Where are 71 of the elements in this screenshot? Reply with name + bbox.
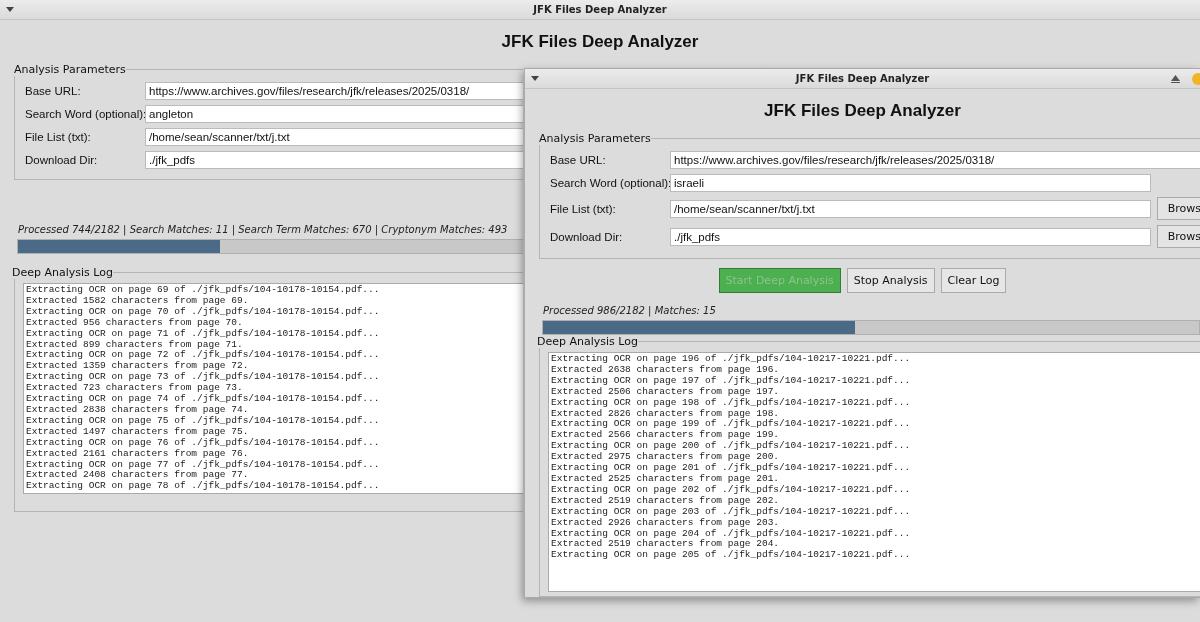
maximize-icon[interactable] xyxy=(1171,74,1180,83)
window-title: JFK Files Deep Analyzer xyxy=(795,73,930,84)
log-line: Extracting OCR on page 74 of ./jfk_pdfs/104-10178-10154.pdf... xyxy=(26,394,380,405)
input-field[interactable]: israeli xyxy=(670,174,1151,192)
action-button[interactable]: Clear Log xyxy=(940,268,1007,293)
field-label: Search Word (optional): xyxy=(550,177,670,189)
log-line: Extracting OCR on page 202 of ./jfk_pdfs/104-10217-10221.pdf... xyxy=(551,484,911,496)
action-button[interactable]: Stop Analysis xyxy=(846,268,935,293)
log-line: Extracted 2525 characters from page 201. xyxy=(551,473,780,485)
menu-caret-icon[interactable] xyxy=(531,76,539,81)
log-line: Extracted 2519 characters from page 204. xyxy=(551,539,780,550)
log-line: Extracting OCR on page 73 of ./jfk_pdfs/104-10178-10154.pdf... xyxy=(26,372,380,383)
browse-button[interactable]: Brows xyxy=(1156,197,1200,220)
log-line: Extracted 2519 characters from page 202. xyxy=(551,495,780,507)
log-line: Extracted 2826 characters from page 198. xyxy=(551,408,780,419)
log-line: Extracted 2408 characters from page 77. xyxy=(26,470,249,481)
input-field[interactable]: https://www.archives.gov/files/research/jfk/releases/2025/0318/ xyxy=(145,82,523,100)
log-line: Extracted 723 characters from page 73. xyxy=(26,383,243,394)
input-field[interactable]: https://www.archives.gov/files/research/jfk/releases/2025/0318/ xyxy=(670,151,1200,169)
group-title: Analysis Parameters xyxy=(539,132,651,145)
log-line: Extracting OCR on page 204 of ./jfk_pdfs/104-10217-10221.pdf... xyxy=(551,528,911,539)
log-line: Extracting OCR on page 76 of ./jfk_pdfs/104-10178-10154.pdf... xyxy=(26,437,380,449)
input-field[interactable]: ./jfk_pdfs xyxy=(670,227,1151,246)
log-line: Extracted 899 characters from page 71. xyxy=(26,339,243,350)
log-line: Extracted 2638 characters from page 196. xyxy=(551,364,780,376)
input-field[interactable]: angleton xyxy=(145,105,523,123)
log-line: Extracted 2566 characters from page 199. xyxy=(551,430,780,441)
field-label: File List (txt): xyxy=(25,131,92,143)
log-line: Extracted 2161 characters from page 76. xyxy=(26,448,249,460)
log-line: Extracted 956 characters from page 70. xyxy=(26,317,243,329)
log-line: Extracting OCR on page 78 of ./jfk_pdfs/104-10178-10154.pdf... xyxy=(26,481,380,493)
log-line: Extracting OCR on page 71 of ./jfk_pdfs/104-10178-10154.pdf... xyxy=(26,328,380,340)
app-heading: JFK Files Deep Analyzer xyxy=(500,31,700,53)
status-text: Processed 744/2182 | Search Matches: 11 | Search Term Matches: 670 | Cryptonym Matches: 493 xyxy=(18,224,509,235)
log-line: Extracting OCR on page 77 of ./jfk_pdfs/104-10178-10154.pdf... xyxy=(26,459,380,470)
log-line: Extracting OCR on page 200 of ./jfk_pdfs/104-10217-10221.pdf... xyxy=(551,441,911,452)
field-label: Base URL: xyxy=(25,85,82,97)
field-label: Base URL: xyxy=(550,154,607,166)
input-field[interactable]: /home/sean/scanner/txt/j.txt xyxy=(145,128,523,146)
field-label: Download Dir: xyxy=(25,154,99,166)
group-title: Deep Analysis Log xyxy=(12,266,113,279)
status-text: Processed 986/2182 | Matches: 15 xyxy=(543,305,717,316)
log-line: Extracted 2926 characters from page 203. xyxy=(551,517,780,529)
log-line: Extracting OCR on page 197 of ./jfk_pdfs/104-10217-10221.pdf... xyxy=(551,375,911,387)
log-line: Extracting OCR on page 69 of ./jfk_pdfs/104-10178-10154.pdf... xyxy=(26,285,380,296)
field-label: File List (txt): xyxy=(550,202,617,215)
log-line: Extracted 1497 characters from page 75. xyxy=(26,426,249,438)
log-line: Extracted 2838 characters from page 74. xyxy=(26,404,249,416)
log-line: Extracting OCR on page 198 of ./jfk_pdfs/104-10217-10221.pdf... xyxy=(551,397,911,409)
log-line: Extracting OCR on page 201 of ./jfk_pdfs/104-10217-10221.pdf... xyxy=(551,463,911,474)
window-title: JFK Files Deep Analyzer xyxy=(533,4,667,15)
log-line: Extracting OCR on page 72 of ./jfk_pdfs/104-10178-10154.pdf... xyxy=(26,350,380,361)
field-label: Search Word (optional): xyxy=(25,108,145,120)
field-label: Download Dir: xyxy=(550,230,624,243)
group-title: Analysis Parameters xyxy=(14,63,126,76)
log-line: Extracted 1359 characters from page 72. xyxy=(26,361,249,372)
log-line: Extracting OCR on page 70 of ./jfk_pdfs/104-10178-10154.pdf... xyxy=(26,306,380,318)
group-title: Deep Analysis Log xyxy=(537,335,638,348)
log-line: Extracting OCR on page 199 of ./jfk_pdfs/104-10217-10221.pdf... xyxy=(551,419,911,430)
input-field[interactable]: /home/sean/scanner/txt/j.txt xyxy=(670,199,1151,218)
log-line: Extracted 1582 characters from page 69. xyxy=(26,295,249,307)
log-line: Extracted 2975 characters from page 200. xyxy=(551,452,780,463)
input-field[interactable]: ./jfk_pdfs xyxy=(145,151,523,169)
log-line: Extracting OCR on page 75 of ./jfk_pdfs/104-10178-10154.pdf... xyxy=(26,415,380,427)
app-heading: JFK Files Deep Analyzer xyxy=(763,100,962,122)
menu-caret-icon[interactable] xyxy=(6,7,14,12)
log-line: Extracted 2506 characters from page 197. xyxy=(551,386,780,398)
log-line: Extracting OCR on page 203 of ./jfk_pdfs/104-10217-10221.pdf... xyxy=(551,506,911,518)
log-line: Extracting OCR on page 196 of ./jfk_pdfs/104-10217-10221.pdf... xyxy=(551,354,911,365)
browse-button[interactable]: Brows xyxy=(1156,225,1200,248)
log-line: Extracting OCR on page 205 of ./jfk_pdfs/104-10217-10221.pdf... xyxy=(551,550,911,562)
